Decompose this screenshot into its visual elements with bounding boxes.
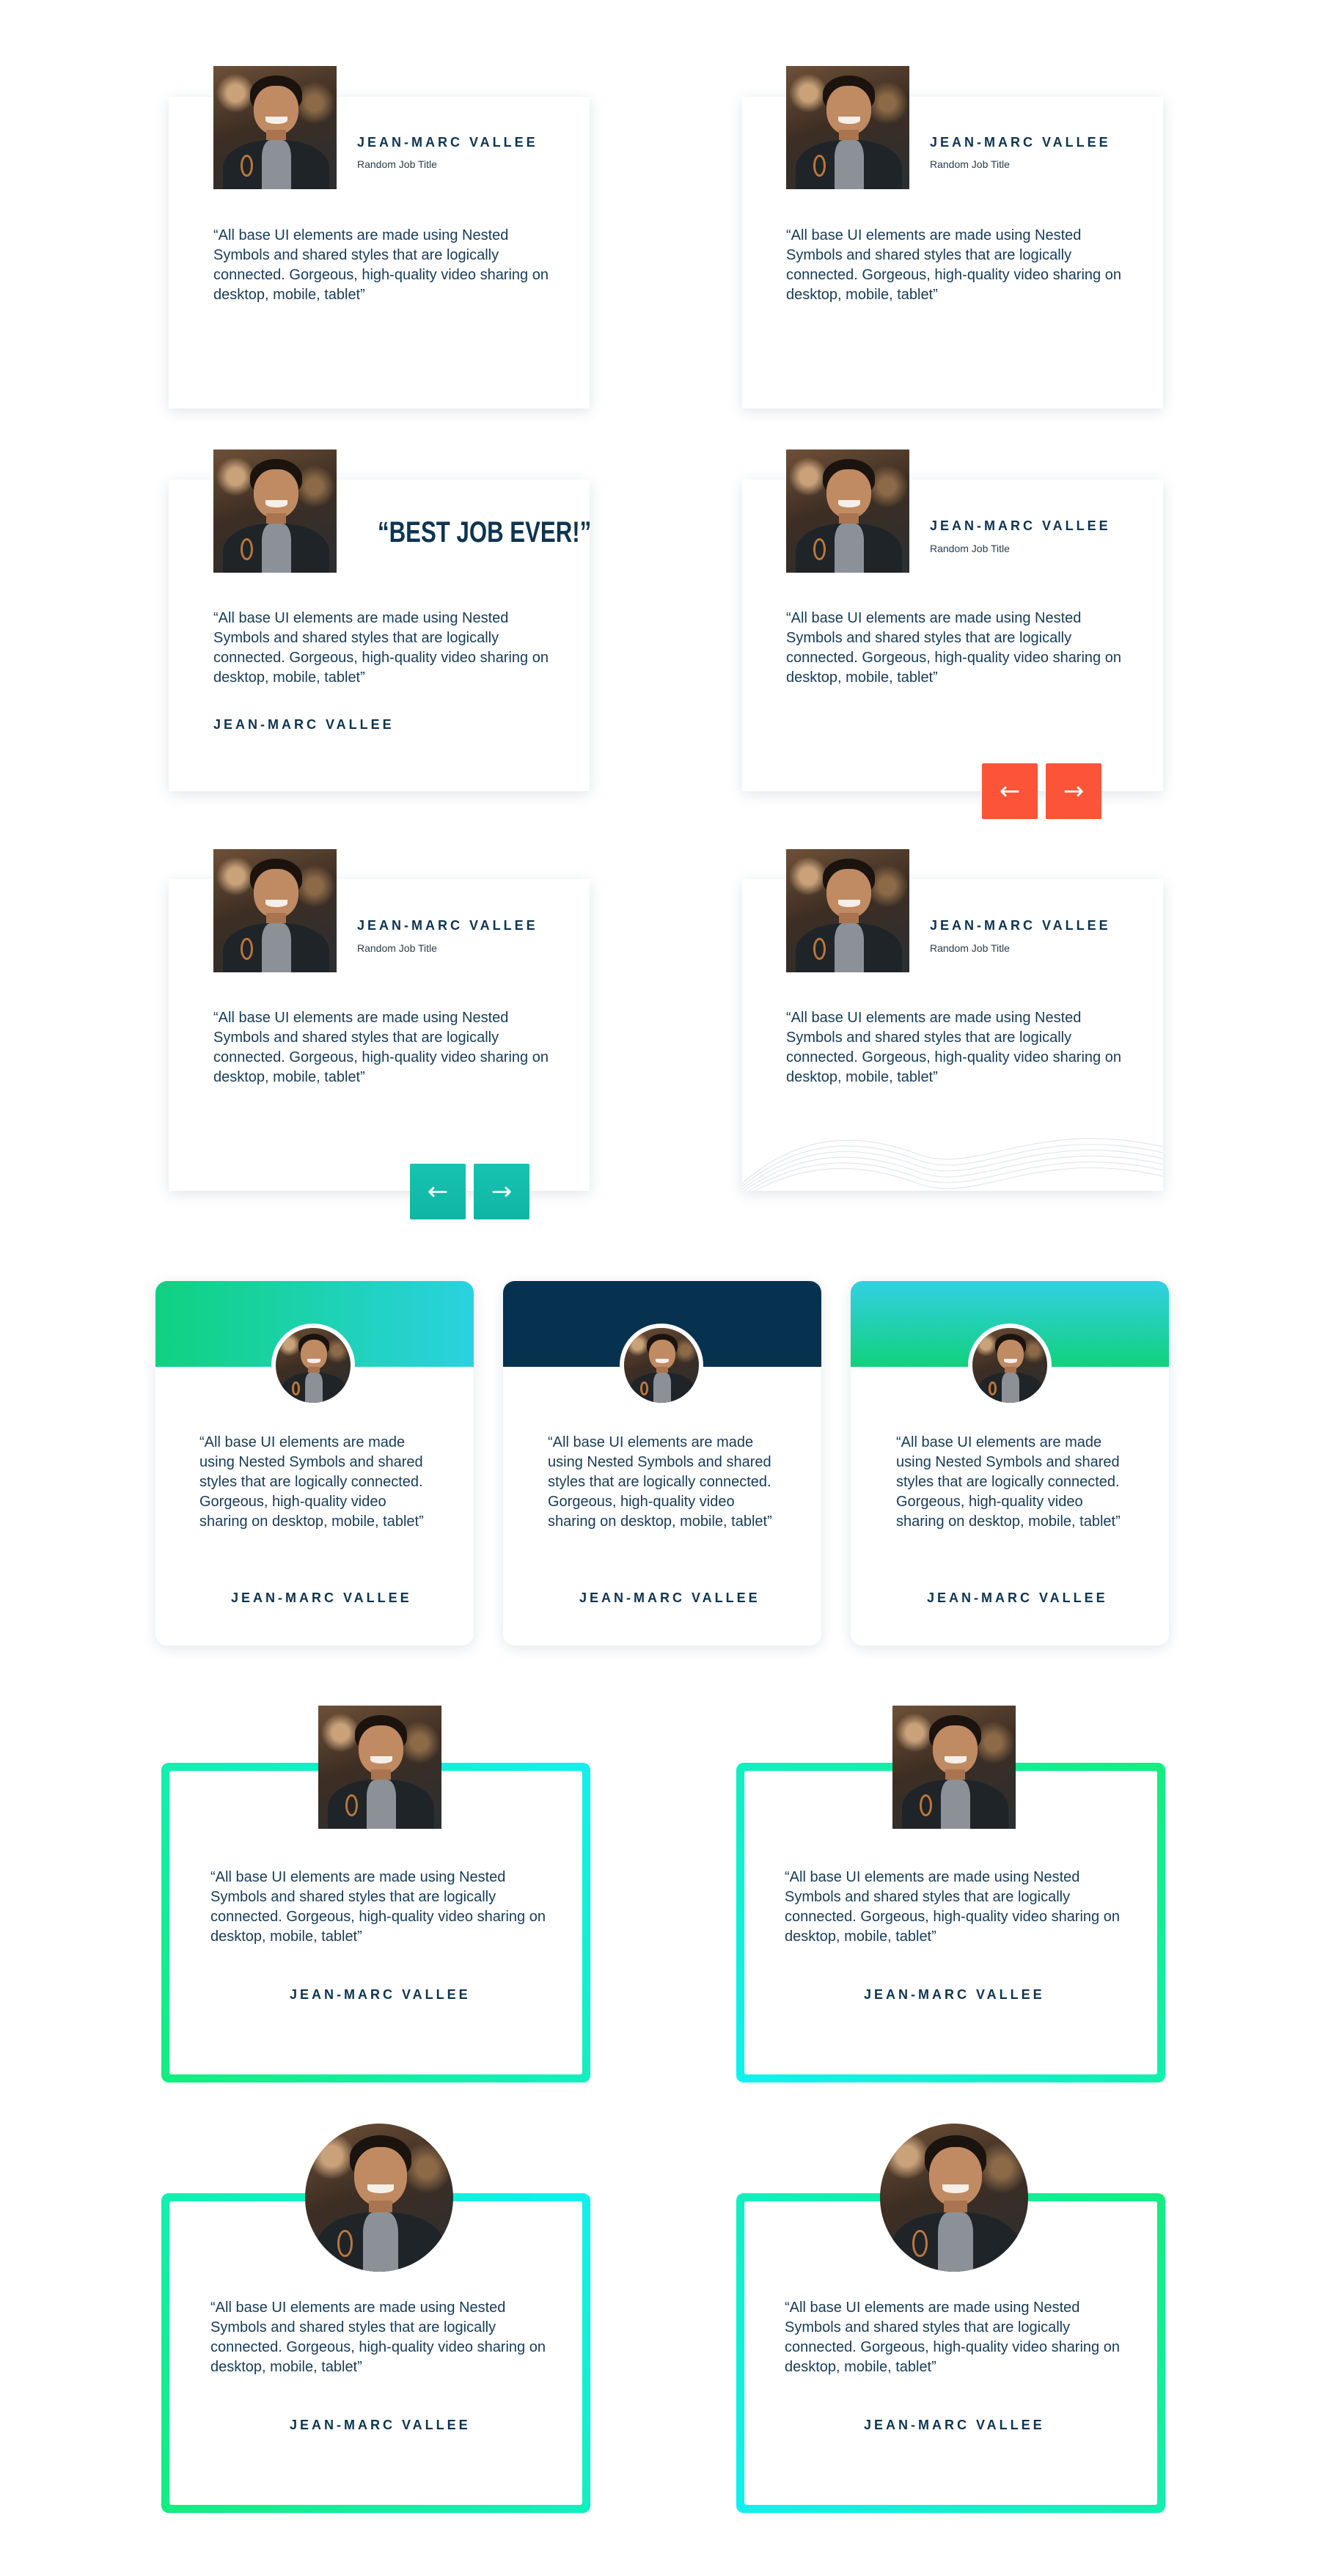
testimonial-quote: “All base UI elements are made using Nes… [786,227,1121,303]
decorative-wave-lines [742,1137,1163,1191]
testimonial-quote: “All base UI elements are made using Nes… [213,1010,549,1085]
person-name: JEAN-MARC VALLEE [290,2418,471,2432]
avatar-circle [968,1324,1052,1407]
avatar-photo [213,849,337,972]
testimonial-quote: “All base UI elements are made using Nes… [210,1869,546,1945]
person-name: JEAN-MARC VALLEE [213,717,395,732]
person-name: JEAN-MARC VALLEE [290,1987,471,2002]
prev-arrow-button[interactable]: ← [982,763,1038,819]
prev-arrow-button[interactable]: ← [410,1164,466,1219]
avatar-photo [786,849,909,972]
person-name: JEAN-MARC VALLEE [927,1590,1108,1605]
testimonial-quote: “All base UI elements are made using Nes… [896,1434,1121,1530]
avatar-photo-circle [305,2124,453,2272]
avatar-circle [271,1324,355,1407]
avatar-photo-circle [880,2124,1028,2272]
testimonial-quote: “All base UI elements are made using Nes… [199,1434,424,1530]
next-arrow-button[interactable]: → [1046,763,1101,819]
arrow-left-icon: ← [999,777,1021,806]
arrow-right-icon: → [491,1177,513,1206]
job-title: Random Job Title [357,158,437,170]
person-name: JEAN-MARC VALLEE [357,918,538,933]
person-name: JEAN-MARC VALLEE [357,135,538,150]
testimonial-quote: “All base UI elements are made using Nes… [786,610,1121,686]
person-name: JEAN-MARC VALLEE [864,1987,1045,2002]
person-name: JEAN-MARC VALLEE [864,2418,1045,2432]
avatar-photo [786,66,909,189]
testimonial-quote: “All base UI elements are made using Nes… [213,610,549,686]
testimonial-quote: “All base UI elements are made using Nes… [213,227,549,303]
testimonial-quote: “All base UI elements are made using Nes… [548,1434,772,1530]
arrow-left-icon: ← [427,1177,449,1206]
person-name: JEAN-MARC VALLEE [930,518,1111,533]
avatar-circle [620,1324,703,1407]
person-name: JEAN-MARC VALLEE [930,918,1111,933]
job-title: Random Job Title [930,158,1010,170]
arrow-right-icon: → [1063,777,1085,806]
person-name: JEAN-MARC VALLEE [231,1590,412,1605]
avatar-photo [213,66,337,189]
next-arrow-button[interactable]: → [474,1164,529,1219]
testimonial-quote: “All base UI elements are made using Nes… [786,1010,1121,1085]
avatar-photo [318,1706,441,1829]
person-name: JEAN-MARC VALLEE [579,1590,760,1605]
avatar-photo [213,449,337,573]
headline-best-job: “BEST JOB EVER!” [378,516,592,548]
testimonial-quote: “All base UI elements are made using Nes… [785,2300,1120,2375]
person-name: JEAN-MARC VALLEE [930,135,1111,150]
job-title: Random Job Title [930,942,1010,954]
avatar-photo [786,449,909,573]
testimonial-quote: “All base UI elements are made using Nes… [210,2300,546,2375]
job-title: Random Job Title [930,543,1010,554]
avatar-photo [892,1706,1016,1829]
testimonial-quote: “All base UI elements are made using Nes… [785,1869,1120,1945]
job-title: Random Job Title [357,942,437,954]
